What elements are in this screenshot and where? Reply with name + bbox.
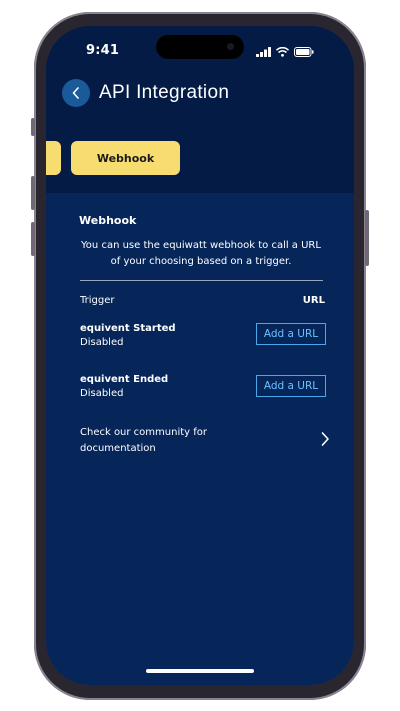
- community-documentation-link[interactable]: Check our community for documentation: [80, 425, 330, 459]
- trigger-name: equivent Ended: [80, 374, 169, 385]
- trigger-name: equivent Started: [80, 323, 176, 334]
- signal-icon: [256, 47, 271, 57]
- tab-webhook[interactable]: Webhook: [71, 141, 180, 175]
- divider: [80, 280, 323, 281]
- column-header-url: URL: [302, 295, 325, 306]
- chevron-left-icon: [72, 87, 79, 99]
- community-link-text: Check our community for documentation: [80, 427, 208, 454]
- battery-icon: [294, 47, 314, 57]
- add-url-label: Add a URL: [263, 380, 319, 392]
- webhook-description: You can use the equiwatt webhook to call…: [81, 240, 321, 267]
- dynamic-island: [156, 35, 244, 59]
- status-time: 9:41: [86, 43, 120, 58]
- trigger-status: Disabled: [80, 337, 124, 348]
- chevron-right-icon: [321, 432, 329, 446]
- side-button-volume-down: [31, 222, 35, 256]
- app-screen: 9:41 API Integration Webhook Webhook You…: [46, 26, 354, 685]
- home-indicator[interactable]: [146, 669, 254, 673]
- camera-icon: [227, 43, 234, 50]
- add-url-label: Add a URL: [263, 328, 319, 340]
- wifi-icon: [276, 47, 289, 57]
- page-title: API Integration: [99, 82, 230, 103]
- status-icons: [256, 47, 314, 57]
- column-header-trigger: Trigger: [80, 295, 115, 306]
- trigger-status: Disabled: [80, 388, 124, 399]
- section-heading: Webhook: [79, 214, 137, 227]
- side-button-power: [365, 210, 369, 266]
- tab-previous[interactable]: [46, 141, 61, 175]
- back-button[interactable]: [62, 79, 90, 107]
- add-url-button-ended[interactable]: Add a URL: [256, 375, 326, 397]
- add-url-button-started[interactable]: Add a URL: [256, 323, 326, 345]
- side-button-silent: [31, 118, 35, 136]
- tab-webhook-label: Webhook: [96, 151, 155, 165]
- side-button-volume-up: [31, 176, 35, 210]
